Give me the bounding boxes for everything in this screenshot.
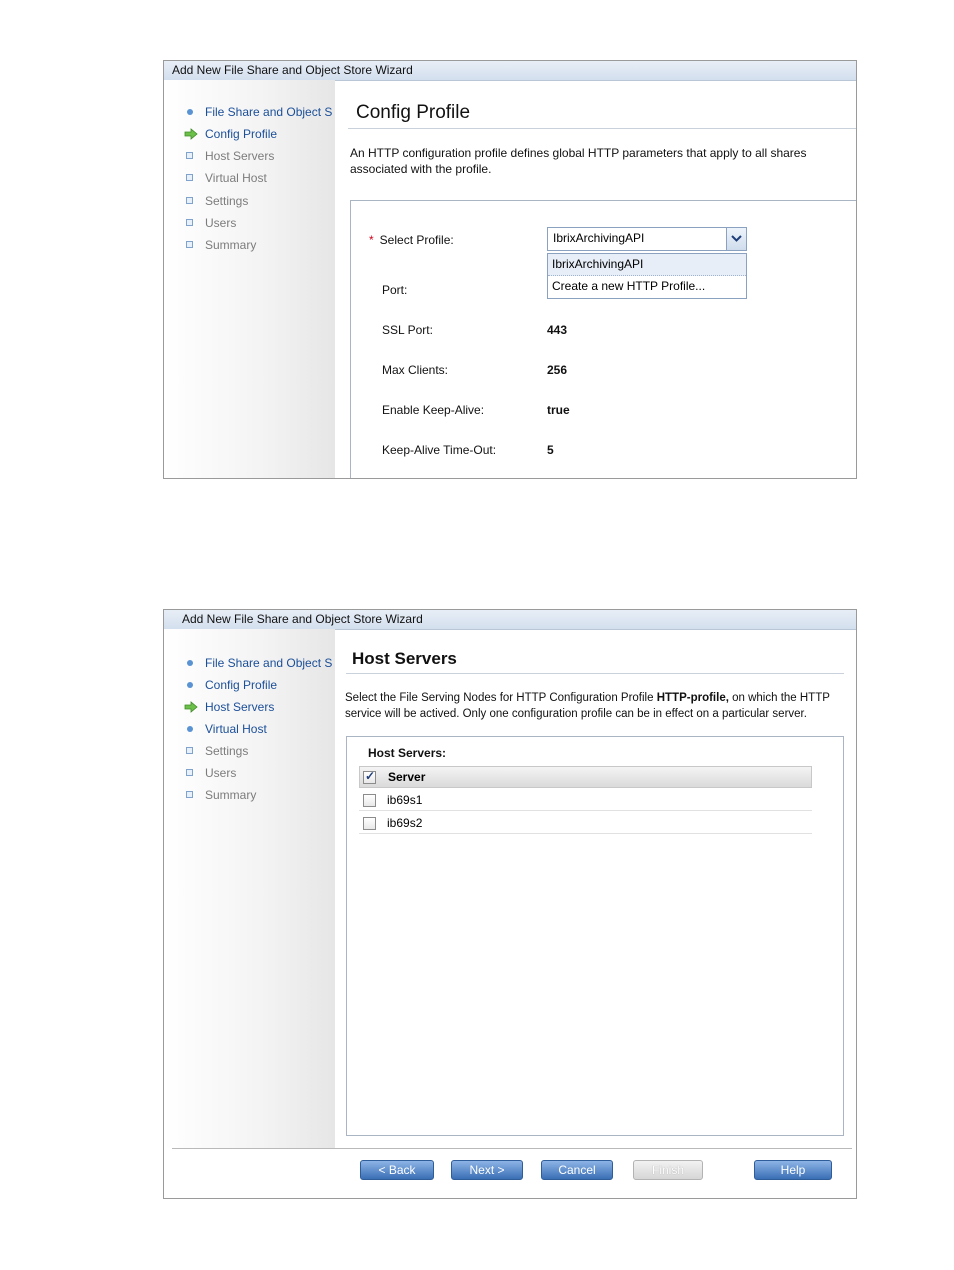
step-label: Virtual Host: [205, 171, 267, 185]
host-servers-label: Host Servers:: [368, 746, 447, 760]
row-checkbox[interactable]: [363, 817, 376, 830]
wizard-window-host-servers: Add New File Share and Object Store Wiza…: [163, 609, 857, 1199]
step-label: Users: [205, 766, 237, 780]
step-label: Config Profile: [205, 127, 278, 141]
pending-step-icon: [186, 219, 193, 226]
wizard-title: Add New File Share and Object Store Wiza…: [164, 61, 856, 81]
finish-button[interactable]: Finish: [633, 1160, 703, 1180]
column-header-server[interactable]: Server: [388, 770, 425, 784]
pending-step-icon: [186, 197, 193, 204]
step-label: Settings: [205, 744, 249, 758]
profile-dropdown-list: IbrixArchivingAPI Create a new HTTP Prof…: [547, 253, 747, 299]
page-title: Config Profile: [356, 102, 471, 123]
keep-alive-value: true: [547, 403, 570, 417]
pending-step-icon: [186, 769, 193, 776]
completed-step-icon: [187, 682, 193, 688]
current-step-arrow-icon: [184, 701, 198, 713]
wizard-title: Add New File Share and Object Store Wiza…: [164, 610, 856, 630]
max-clients-value: 256: [547, 363, 568, 377]
keep-alive-label: Enable Keep-Alive:: [382, 403, 485, 417]
chevron-down-icon[interactable]: [726, 228, 746, 250]
dropdown-option[interactable]: IbrixArchivingAPI: [548, 254, 746, 276]
footer-divider: [172, 1148, 852, 1149]
wizard-steps-nav: File Share and Object S Config Profile H…: [164, 629, 335, 1148]
title-divider: [348, 128, 856, 129]
pending-step-icon: [186, 174, 193, 181]
wizard-window-config-profile: Add New File Share and Object Store Wiza…: [163, 60, 857, 479]
step-label: Settings: [205, 194, 249, 208]
next-button[interactable]: Next >: [451, 1160, 523, 1180]
step-label: Users: [205, 216, 237, 230]
pending-step-icon: [186, 241, 193, 248]
cancel-button[interactable]: Cancel: [541, 1160, 613, 1180]
page-title: Host Servers: [352, 649, 457, 668]
completed-step-icon: [187, 660, 193, 666]
keep-alive-timeout-value: 5: [547, 443, 554, 457]
profile-settings-panel: * Select Profile: IbrixArchivingAPI Ibrix…: [350, 200, 856, 478]
wizard-steps-nav: File Share and Object S Config Profile H…: [164, 80, 335, 478]
pending-step-icon: [186, 747, 193, 754]
table-row[interactable]: ib69s1: [359, 789, 812, 811]
step-label: File Share and Object S: [205, 656, 333, 670]
step-label: File Share and Object S: [205, 105, 333, 119]
completed-step-icon: [187, 726, 193, 732]
select-profile-label: * Select Profile:: [369, 233, 454, 247]
description-text: Select the File Serving Nodes for HTTP C…: [345, 692, 657, 704]
table-row[interactable]: ib69s2: [359, 812, 812, 834]
step-label: Virtual Host: [205, 722, 267, 736]
select-profile-text: Select Profile:: [379, 233, 454, 247]
step-label: Host Servers: [205, 700, 275, 714]
pending-step-icon: [186, 791, 193, 798]
servers-table-header: Server: [359, 766, 812, 788]
page-description: Select the File Serving Nodes for HTTP C…: [345, 690, 850, 722]
page-description: An HTTP configuration profile defines gl…: [350, 146, 807, 176]
host-servers-panel: Host Servers: Server ib69s1 ib69s2: [346, 736, 844, 1136]
pending-step-icon: [186, 152, 193, 159]
step-label: Summary: [205, 788, 257, 802]
title-divider: [346, 673, 844, 674]
step-label: Summary: [205, 238, 257, 252]
select-all-checkbox[interactable]: [363, 769, 376, 784]
profile-name: HTTP-profile,: [656, 692, 729, 704]
ssl-port-label: SSL Port:: [382, 323, 433, 337]
current-step-arrow-icon: [184, 128, 198, 140]
server-name: ib69s2: [387, 816, 423, 830]
help-button[interactable]: Help: [754, 1160, 832, 1180]
profile-select-value: IbrixArchivingAPI: [553, 231, 645, 245]
step-label: Host Servers: [205, 149, 275, 163]
ssl-port-value: 443: [547, 323, 568, 337]
server-name: ib69s1: [387, 793, 423, 807]
step-label: Config Profile: [205, 678, 278, 692]
back-button[interactable]: < Back: [360, 1160, 434, 1180]
port-label: Port:: [382, 283, 408, 297]
dropdown-option[interactable]: Create a new HTTP Profile...: [548, 276, 746, 297]
required-marker: *: [369, 233, 374, 247]
max-clients-label: Max Clients:: [382, 363, 449, 377]
completed-step-icon: [187, 109, 193, 115]
keep-alive-timeout-label: Keep-Alive Time-Out:: [382, 443, 497, 457]
row-checkbox[interactable]: [363, 794, 376, 807]
profile-select[interactable]: IbrixArchivingAPI: [547, 227, 747, 251]
